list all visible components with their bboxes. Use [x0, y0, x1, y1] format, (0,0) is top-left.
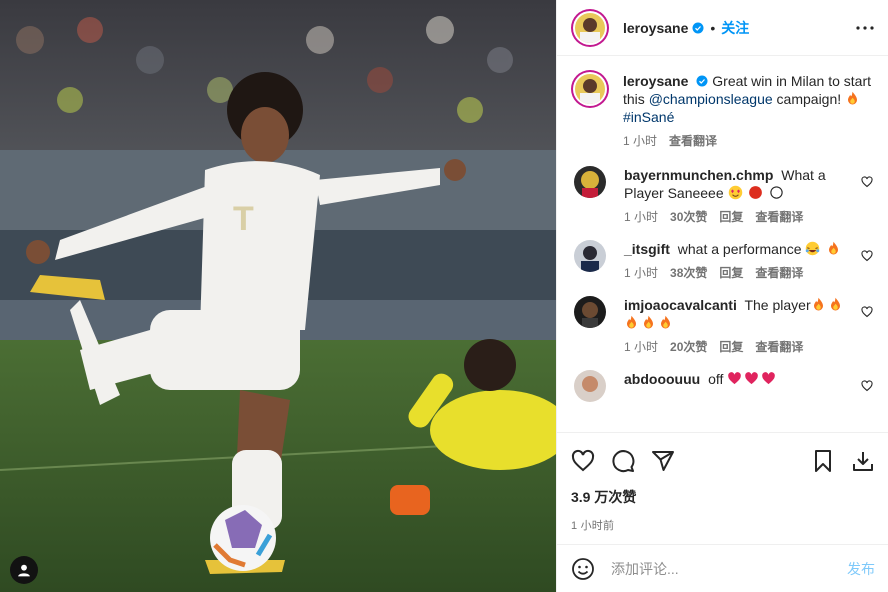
heart-eyes-emoji-icon	[728, 185, 742, 200]
translate-link[interactable]: 查看翻译	[755, 264, 803, 282]
post-image: T	[0, 0, 556, 592]
fire-emoji-icon	[813, 297, 823, 311]
download-icon	[853, 452, 873, 471]
comment-likes[interactable]: 30次赞	[670, 208, 707, 226]
caption-translate-link[interactable]: 查看翻译	[669, 132, 717, 150]
download-button[interactable]	[851, 449, 875, 473]
comment-bubble-icon	[612, 450, 635, 473]
comment-item: imjoaocavalcanti The player 1 小时 20次赞 回复…	[571, 296, 873, 356]
heart-icon	[571, 449, 595, 472]
caption: leroysane Great win in Milan to start th…	[571, 70, 873, 150]
tagged-people-button[interactable]	[10, 556, 38, 584]
dot-separator: •	[710, 19, 716, 36]
fire-emoji-icon	[644, 315, 653, 329]
like-comment-heart-icon[interactable]	[861, 306, 873, 318]
reply-button[interactable]: 回复	[719, 338, 743, 356]
like-button[interactable]	[571, 449, 595, 473]
caption-text-end: campaign!	[776, 91, 842, 107]
comment-username[interactable]: _itsgift	[624, 241, 670, 257]
mention-link[interactable]: @championsleague	[649, 91, 773, 107]
fire-emoji-icon	[829, 241, 839, 255]
post-sidebar: leroysane • 关注 leroysane Great win in Mi…	[556, 0, 888, 592]
fire-emoji-icon	[830, 297, 840, 311]
like-comment-heart-icon[interactable]	[861, 176, 873, 188]
fire-emoji-icon	[848, 91, 858, 105]
verified-badge-icon	[692, 22, 704, 33]
author-username[interactable]: leroysane	[623, 20, 688, 36]
caption-author-ring[interactable]	[571, 70, 609, 108]
translate-link[interactable]: 查看翻译	[755, 208, 803, 226]
heart-emoji-icon	[762, 372, 776, 385]
like-comment-heart-icon[interactable]	[861, 380, 873, 392]
verified-badge-icon	[696, 75, 708, 87]
comment-time: 1 小时	[624, 266, 659, 280]
red-circle-emoji-icon	[749, 186, 763, 199]
save-button[interactable]	[811, 449, 835, 473]
comment-text: what a performance	[677, 241, 802, 257]
reply-button[interactable]: 回复	[719, 264, 743, 282]
follow-button[interactable]: 关注	[721, 18, 749, 38]
comment-username[interactable]: imjoaocavalcanti	[624, 297, 737, 313]
comments-list[interactable]: leroysane Great win in Milan to start th…	[557, 56, 888, 432]
caption-username[interactable]: leroysane	[623, 73, 688, 89]
action-bar	[571, 433, 875, 489]
comment-button[interactable]	[611, 449, 635, 473]
white-circle-emoji-icon	[770, 186, 783, 199]
commenter-avatar[interactable]	[574, 296, 606, 328]
emoji-picker-icon[interactable]	[571, 557, 595, 581]
post-timestamp: 1 小时前	[571, 520, 615, 532]
person-icon	[18, 564, 30, 577]
caption-author-avatar[interactable]	[575, 74, 605, 104]
fire-emoji-icon	[627, 315, 636, 329]
heart-emoji-icon	[728, 372, 742, 385]
comment-time: 1 小时	[624, 340, 659, 354]
commenter-avatar[interactable]	[574, 370, 606, 402]
comment-composer: 发布	[557, 544, 888, 592]
svg-text:T: T	[233, 200, 254, 238]
comment-time: 1 小时	[624, 210, 659, 224]
share-button[interactable]	[651, 449, 675, 473]
commenter-avatar[interactable]	[574, 166, 606, 198]
caption-time: 1 小时	[623, 134, 658, 148]
comment-item: _itsgift what a performance 1 小时 38次赞 回复…	[571, 240, 873, 282]
bookmark-icon	[815, 450, 831, 472]
post-header: leroysane • 关注	[557, 0, 888, 56]
heart-emoji-icon	[745, 372, 759, 385]
more-icon	[856, 26, 874, 30]
comment-likes[interactable]: 20次赞	[670, 338, 707, 356]
translate-link[interactable]: 查看翻译	[755, 338, 803, 356]
post-photo[interactable]: T	[0, 0, 556, 592]
like-count[interactable]: 3.9 万次赞	[571, 487, 875, 507]
comment-likes[interactable]: 38次赞	[670, 264, 707, 282]
author-avatar[interactable]	[575, 12, 605, 43]
author-story-ring[interactable]	[571, 8, 609, 47]
like-comment-heart-icon[interactable]	[861, 250, 873, 262]
post-actions: 3.9 万次赞 1 小时前	[557, 432, 888, 533]
commenter-avatar[interactable]	[574, 240, 606, 272]
comment-username[interactable]: bayernmunchen.chmp	[624, 167, 773, 183]
post-comment-button[interactable]: 发布	[847, 559, 875, 579]
paper-plane-icon	[652, 451, 674, 471]
comment-input[interactable]	[611, 560, 847, 577]
comment-item: bayernmunchen.chmp What a Player Saneeee…	[571, 166, 873, 226]
comment-text: off	[708, 371, 724, 387]
fire-emoji-icon	[661, 315, 670, 329]
comment-item: abdooouuu off	[571, 370, 873, 402]
comment-text: The player	[744, 297, 811, 313]
more-options-button[interactable]	[855, 18, 875, 38]
reply-button[interactable]: 回复	[719, 208, 743, 226]
crying-laughing-emoji-icon	[806, 241, 820, 256]
hashtag-link[interactable]: #inSané	[623, 109, 674, 125]
comment-username[interactable]: abdooouuu	[624, 371, 700, 387]
